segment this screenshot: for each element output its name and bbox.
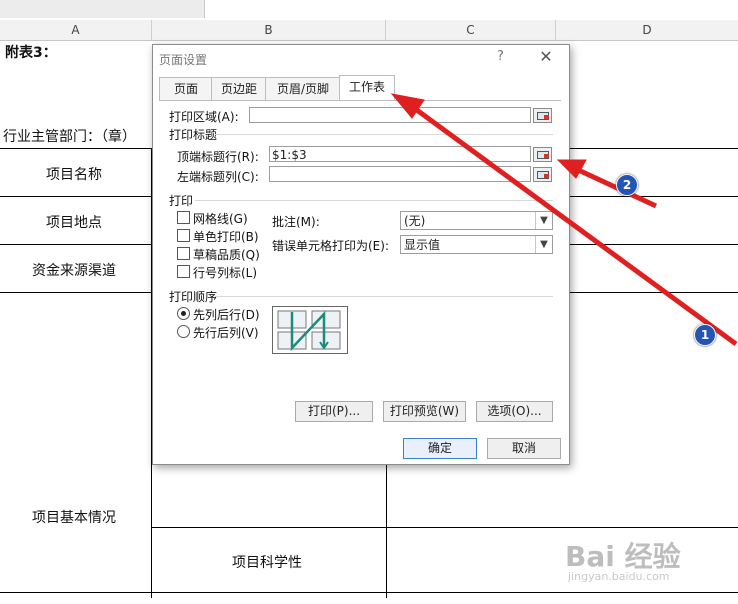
arrow-1-shaft: [408, 102, 738, 347]
arrow-2-shaft: [572, 165, 658, 209]
annotation-badge-2: 2: [616, 174, 638, 196]
watermark-url: jingyan.baidu.com: [568, 570, 670, 583]
annotation-badge-1: 1: [694, 324, 716, 346]
annotation-arrows: [390, 93, 738, 347]
watermark-logo: Bai 经验: [565, 540, 681, 573]
